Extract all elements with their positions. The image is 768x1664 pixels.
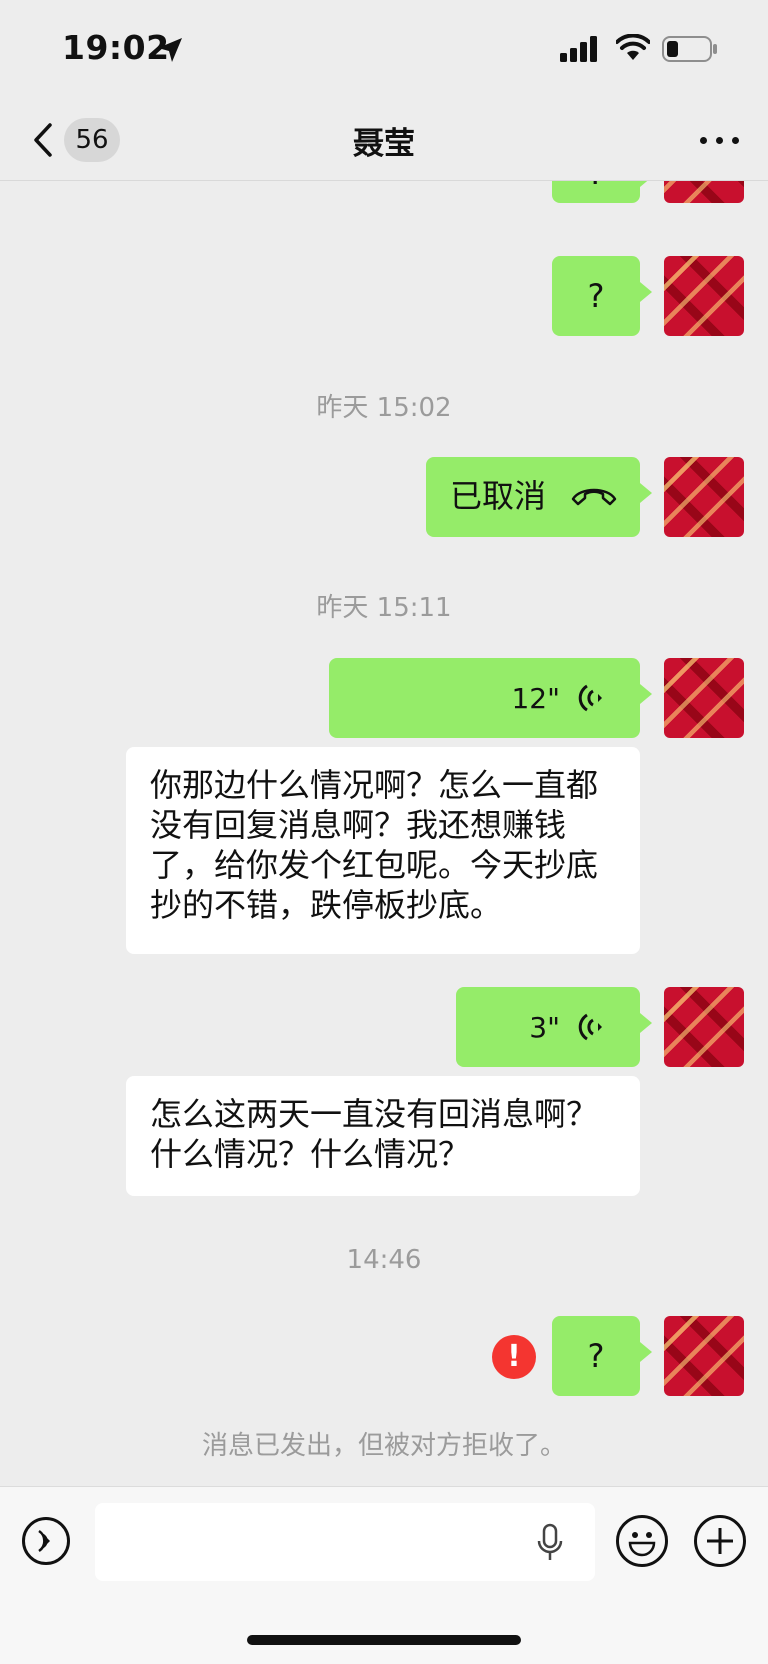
- error-icon[interactable]: !: [492, 1335, 536, 1379]
- voice-wave-icon: [578, 684, 602, 712]
- voice-mode-button[interactable]: [22, 1517, 70, 1565]
- chat-header: 56 聂莹: [0, 100, 768, 181]
- call-record-bubble[interactable]: 已取消: [426, 457, 652, 537]
- call-status-text: 已取消: [450, 477, 547, 515]
- status-time: 19:02: [62, 28, 170, 67]
- timestamp: 昨天 15:02: [316, 393, 452, 423]
- plus-icon: [707, 1528, 733, 1554]
- voice-mode-icon: [38, 1529, 50, 1553]
- my-avatar[interactable]: [664, 256, 744, 336]
- wifi-icon: [616, 34, 650, 60]
- mic-icon[interactable]: [535, 1523, 565, 1563]
- my-avatar[interactable]: [664, 1316, 744, 1396]
- message-bubble-sent[interactable]: ?: [552, 1316, 652, 1396]
- message-list[interactable]: ? ? 昨天 15:02 已取消 昨天 15:11 12" 你那边什么情况啊？怎…: [0, 181, 768, 1485]
- emoji-button[interactable]: [616, 1515, 668, 1567]
- status-bar: 19:02: [0, 0, 768, 100]
- timestamp: 昨天 15:11: [316, 593, 452, 623]
- my-avatar[interactable]: [664, 987, 744, 1067]
- system-notice: 消息已发出，但被对方拒收了。: [201, 1431, 566, 1461]
- home-indicator[interactable]: [247, 1635, 521, 1645]
- message-input[interactable]: [95, 1503, 595, 1581]
- location-arrow-icon: [158, 38, 182, 62]
- more-button[interactable]: [700, 134, 740, 148]
- voice-transcript-bubble[interactable]: 你那边什么情况啊？怎么一直都 没有回复消息啊？我还想赚钱 了，给你发个红包呢。今…: [126, 747, 640, 954]
- more-icon: [700, 137, 707, 144]
- voice-duration: 3": [529, 1011, 560, 1044]
- chat-title: 聂莹: [353, 126, 415, 162]
- voice-message-bubble[interactable]: 12": [329, 658, 652, 738]
- my-avatar[interactable]: [664, 658, 744, 738]
- battery-icon: [662, 36, 717, 62]
- my-avatar[interactable]: [664, 181, 744, 203]
- more-functions-button[interactable]: [694, 1515, 746, 1567]
- input-bar: [0, 1486, 768, 1664]
- emoji-icon: [628, 1532, 656, 1557]
- voice-transcript-bubble[interactable]: 怎么这两天一直没有回消息啊？ 什么情况？什么情况？: [126, 1076, 640, 1196]
- timestamp: 14:46: [346, 1245, 422, 1275]
- signal-icon: [560, 36, 597, 62]
- voice-message-bubble[interactable]: 3": [456, 987, 652, 1067]
- message-bubble-sent[interactable]: ?: [552, 256, 652, 336]
- my-avatar[interactable]: [664, 457, 744, 537]
- voice-wave-icon: [578, 1013, 602, 1041]
- voice-duration: 12": [511, 682, 560, 715]
- message-bubble-sent[interactable]: ?: [552, 181, 652, 203]
- hangup-icon: [571, 488, 617, 506]
